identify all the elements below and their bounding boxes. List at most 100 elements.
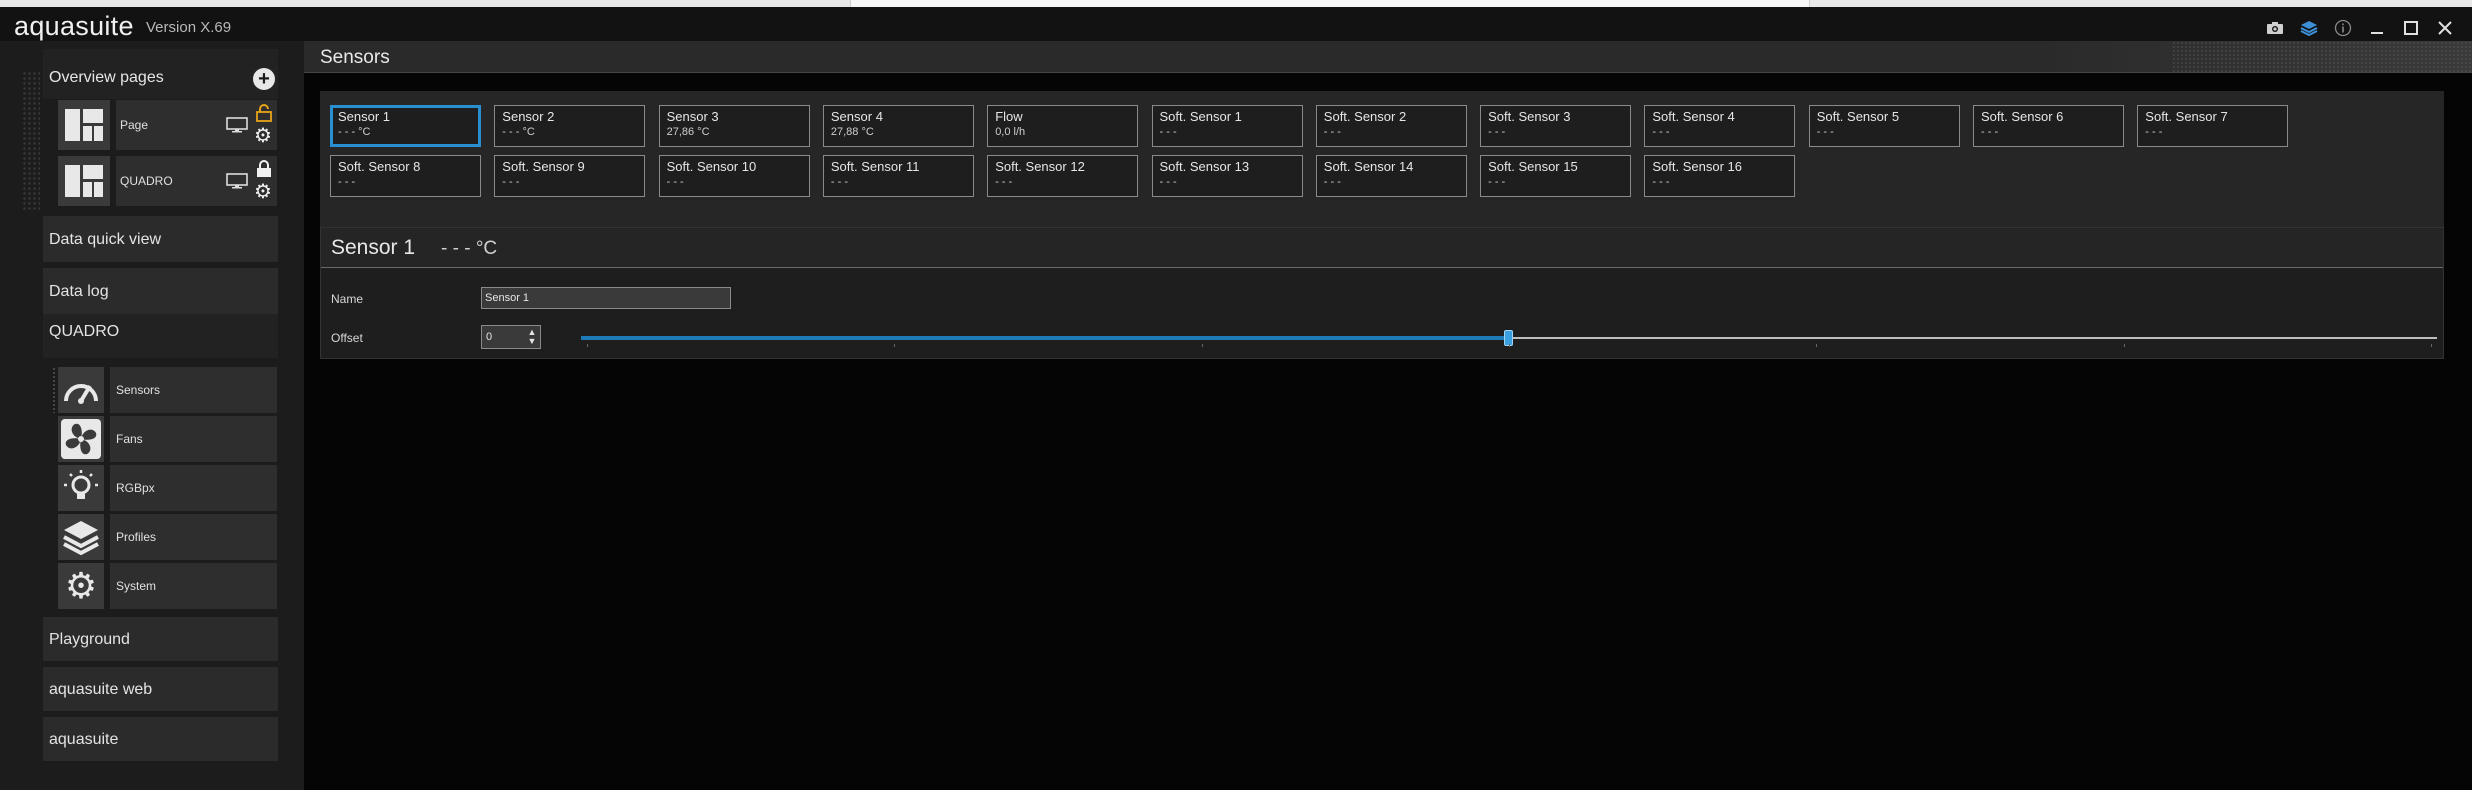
sensor-tile-value: - - - [1323,126,1341,138]
unlocked-icon[interactable] [256,104,272,122]
sensor-tile-value: - - - [1323,176,1341,188]
slider-tick [1202,344,1203,347]
playground-item[interactable]: Playground [43,617,278,661]
sensor-tile[interactable]: Soft. Sensor 11 - - - [822,155,974,197]
aquasuite-label: aquasuite [49,731,119,748]
sensor-tile[interactable]: Soft. Sensor 3 - - - [1480,105,1632,147]
sensor-tile[interactable]: Soft. Sensor 4 - - - [1644,105,1796,147]
minimize-icon[interactable] [2360,13,2394,43]
aquasuite-item[interactable]: aquasuite [43,717,278,761]
info-icon[interactable] [2326,13,2360,43]
sidebar: Overview pages + Page ⚙ QUADRO ⚙ Data qu… [0,41,304,790]
sensor-tile-name: Soft. Sensor 10 [666,159,757,174]
dashboard-icon [58,100,110,150]
sensor-tile-value: - - - [338,176,356,188]
sensor-tile[interactable]: Flow 0,0 l/h [987,105,1139,147]
sensor-tile[interactable]: Soft. Sensor 8 - - - [330,155,481,197]
app-version: Version X.69 [146,19,232,36]
nav-item-label: RGBpx [110,465,277,511]
sensor-tile[interactable]: Soft. Sensor 9 - - - [494,155,646,197]
slider-tick [1816,344,1817,347]
sensor-tile[interactable]: Sensor 3 27,86 °C [658,105,810,147]
overview-pages-header[interactable]: Overview pages [43,49,278,99]
nav-item-sensors[interactable]: Sensors [52,367,277,413]
gear-icon[interactable]: ⚙ [254,182,274,202]
sensor-tile[interactable]: Soft. Sensor 1 - - - [1151,105,1303,147]
sensor-tile-name: Soft. Sensor 14 [1323,159,1414,174]
page-title: Sensors [320,47,390,68]
sensor-tile[interactable]: Soft. Sensor 12 - - - [987,155,1139,197]
sensor-tile[interactable]: Sensor 2 - - - °C [494,105,646,147]
device-label: QUADRO [49,323,120,340]
overview-page-item[interactable]: Page ⚙ [58,100,277,150]
sensor-tile[interactable]: Soft. Sensor 2 - - - [1315,105,1467,147]
sensor-tile-name: Soft. Sensor 15 [1488,159,1578,174]
nav-item-label: Fans [110,416,277,462]
sensor-detail-panel: Sensor 1 - - - °C Name Offset 0 ▲▼ [320,227,2444,359]
sensor-tile[interactable]: Soft. Sensor 13 - - - [1151,155,1303,197]
add-page-icon[interactable]: + [253,68,275,90]
sensor-tile[interactable]: Soft. Sensor 6 - - - [1973,105,2124,147]
maximize-icon[interactable] [2394,13,2428,43]
data-log-item[interactable]: Data log [43,268,278,314]
sensor-tile-value: - - - [1488,176,1506,188]
spinner-icon[interactable]: ▲ ▼ [526,328,538,346]
gear-icon[interactable]: ⚙ [254,126,274,146]
camera-icon[interactable] [2258,13,2292,43]
sensor-tile-value: - - - [502,176,520,188]
data-quick-view-item[interactable]: Data quick view [43,216,278,262]
offset-stepper[interactable]: 0 ▲ ▼ [481,325,541,349]
nav-item-label: Profiles [110,514,277,560]
sensor-tile-name: Soft. Sensor 2 [1323,109,1407,124]
sensor-tile-value: - - - [830,176,848,188]
sensor-tile[interactable]: Sensor 1 - - - °C [330,105,481,147]
sensor-tile-value: 0,0 l/h [995,126,1026,138]
slider-fill [581,336,1509,340]
aquasuite-web-item[interactable]: aquasuite web [43,667,278,711]
sensor-tile-value: 27,88 °C [830,126,874,138]
sensor-tile[interactable]: Soft. Sensor 14 - - - [1315,155,1467,197]
sensor-detail-header: Sensor 1 - - - °C [321,228,2443,268]
layers-icon[interactable] [2292,13,2326,43]
sensor-tile[interactable]: Soft. Sensor 16 - - - [1644,155,1796,197]
nav-item-label: System [110,563,277,609]
sensor-name-input[interactable] [481,287,731,309]
nav-item-rgbpx[interactable]: RGBpx [58,465,277,511]
sensor-tile-name: Soft. Sensor 1 [1159,109,1242,124]
slider-tick [587,344,588,347]
window-controls [2258,13,2462,43]
sensor-tile[interactable]: Soft. Sensor 10 - - - [658,155,810,197]
sensor-tile-name: Soft. Sensor 9 [502,159,585,174]
sensor-tile-value: - - - °C [502,126,535,138]
monitor-icon[interactable] [226,117,248,133]
sensor-tile[interactable]: Soft. Sensor 15 - - - [1480,155,1632,197]
sensor-tile[interactable]: Soft. Sensor 7 - - - [2137,105,2289,147]
lock-icon[interactable] [256,160,272,178]
sensor-tile[interactable]: Soft. Sensor 5 - - - [1808,105,1960,147]
sensor-tile-value: - - - [666,176,684,188]
main-header: Sensors [304,41,2472,73]
page-item-label: Page [116,100,277,150]
nav-item-label: Sensors [110,367,277,413]
playground-label: Playground [49,631,130,648]
sensor-tile-name: Soft. Sensor 7 [2145,109,2228,124]
sensor-tile-name: Sensor 4 [830,109,883,124]
device-quadro-header[interactable]: QUADRO [43,314,278,358]
sensor-tile[interactable]: Sensor 4 27,88 °C [822,105,974,147]
sensor-tile-value: - - - [1652,176,1670,188]
sensor-tile-name: Sensor 1 [338,109,391,124]
overview-page-item[interactable]: QUADRO ⚙ [58,156,277,206]
slider-tick [2431,344,2432,347]
sensor-tile-value: 27,86 °C [666,126,710,138]
slider-tick [2124,344,2125,347]
monitor-icon[interactable] [226,173,248,189]
nav-item-fans[interactable]: Fans [58,416,277,462]
close-icon[interactable] [2428,13,2462,43]
sensor-tile-value: - - - [1816,126,1834,138]
slider-tick [894,344,895,347]
sensor-detail-title: Sensor 1 [331,236,416,259]
nav-item-profiles[interactable]: Profiles [58,514,277,560]
sensor-tile-name: Soft. Sensor 4 [1652,109,1735,124]
offset-slider[interactable] [581,328,2437,348]
nav-item-system[interactable]: ⚙ System [58,563,277,609]
